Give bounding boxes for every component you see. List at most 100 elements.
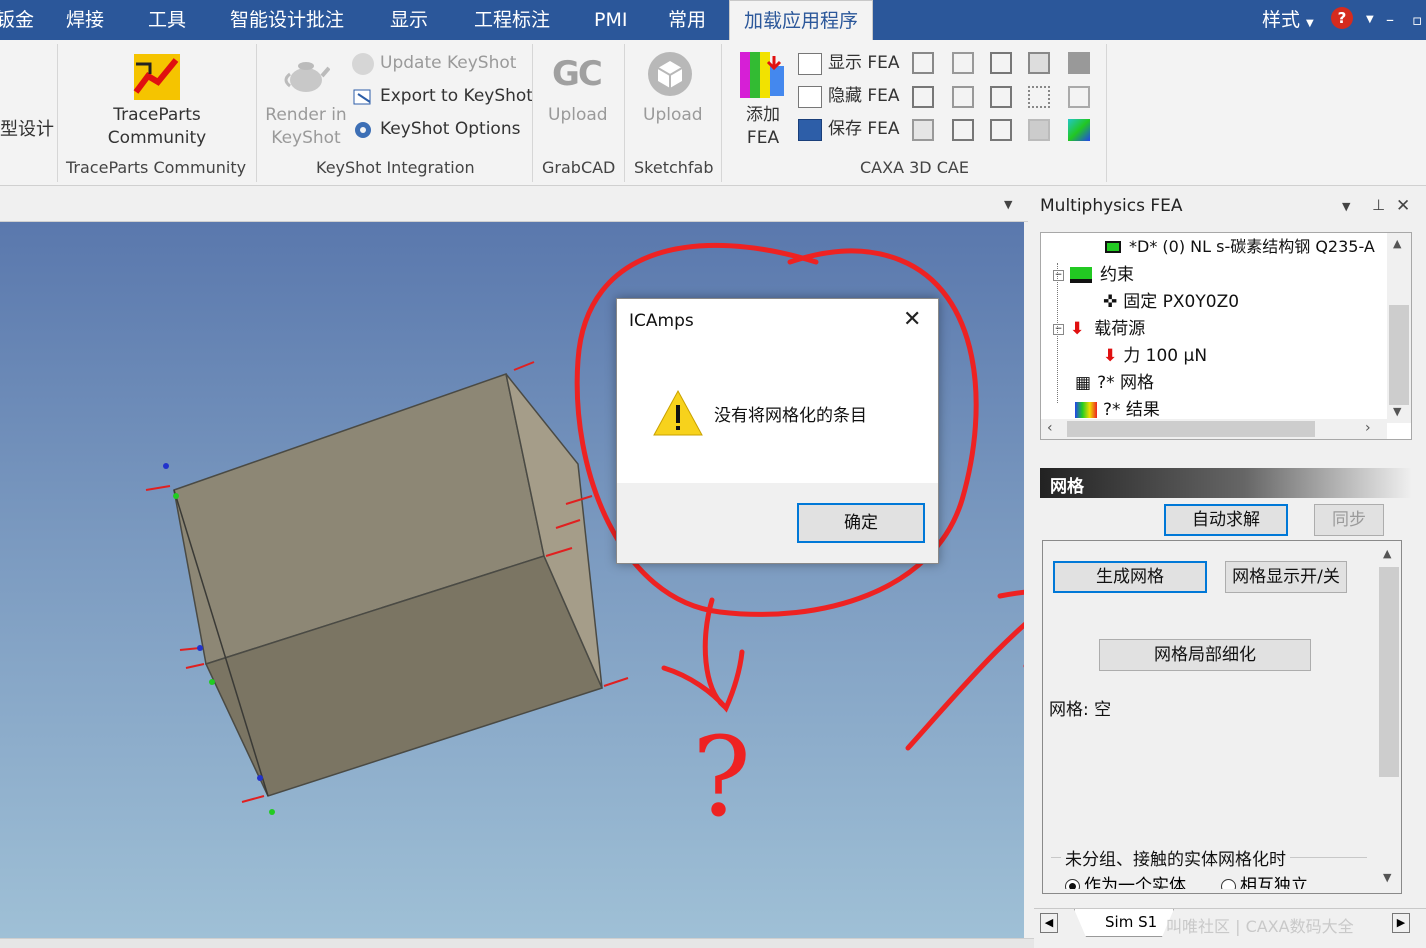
view-cube-icon[interactable]	[1028, 86, 1050, 108]
tree-item-force[interactable]: ⬇ 力 100 μN	[1103, 344, 1207, 368]
chevron-right-icon[interactable]: ▶	[1392, 913, 1410, 933]
group-box-label: 未分组、接触的实体网格化时	[1061, 845, 1290, 870]
hide-fea-button[interactable]: 隐藏 FEA	[828, 85, 900, 108]
view-cube-icon[interactable]	[1068, 52, 1090, 74]
scroll-thumb[interactable]	[1389, 305, 1409, 405]
pin-icon[interactable]: ⊥	[1372, 196, 1385, 214]
scroll-thumb[interactable]	[1379, 567, 1399, 777]
tab-engineering-annotation[interactable]: 工程标注	[474, 0, 550, 40]
traceparts-button[interactable]: TraceParts Community	[100, 104, 214, 150]
view-cube-icon[interactable]	[952, 86, 974, 108]
tab-load-apps[interactable]: 加载应用程序	[729, 0, 874, 41]
ok-button[interactable]: 确定	[797, 503, 925, 543]
chevron-up-icon[interactable]: ▲	[1393, 237, 1401, 250]
view-cube-icon[interactable]	[990, 86, 1012, 108]
tree-item-mesh[interactable]: ▦ ?* 网格	[1075, 371, 1154, 395]
tab-display[interactable]: 显示	[390, 0, 428, 40]
tab-smart-annotation[interactable]: 智能设计批注	[230, 0, 344, 40]
view-cube-icon[interactable]	[952, 119, 974, 141]
tab-pmi[interactable]: PMI	[594, 0, 627, 40]
view-cube-icon[interactable]	[1028, 52, 1050, 74]
tree-item-load-source[interactable]: − ⬇ 载荷源	[1053, 317, 1145, 341]
auto-solve-button[interactable]: 自动求解	[1164, 504, 1288, 536]
traceparts-icon[interactable]	[132, 52, 182, 102]
view-cube-icon[interactable]	[1068, 119, 1090, 141]
message-dialog: ICAmps ✕ 没有将网格化的条目 确定	[616, 298, 939, 564]
chevron-down-icon[interactable]: ▼	[1383, 871, 1391, 884]
app-window: 钣金 焊接 工具 智能设计批注 显示 工程标注 PMI 常用 加载应用程序 样式…	[0, 0, 1426, 948]
generate-mesh-button[interactable]: 生成网格	[1053, 561, 1207, 593]
tab-sheet-metal[interactable]: 钣金	[0, 0, 34, 40]
grabcad-upload-button[interactable]: Upload	[548, 104, 608, 127]
save-fea-button[interactable]: 保存 FEA	[828, 118, 900, 141]
chevron-left-icon[interactable]: ‹	[1047, 420, 1053, 436]
collapse-icon[interactable]: −	[1053, 269, 1064, 281]
collapse-icon[interactable]: −	[1053, 323, 1064, 335]
render-in-keyshot-button[interactable]: Render in KeyShot	[262, 104, 350, 150]
chevron-down-icon: ▼	[1306, 18, 1314, 29]
add-fea-icon[interactable]	[740, 52, 786, 98]
tree-item-constraints[interactable]: − 约束	[1053, 263, 1134, 287]
view-cube-icon[interactable]	[912, 52, 934, 74]
scroll-thumb[interactable]	[1067, 421, 1315, 437]
restore-icon[interactable]: ▫	[1412, 0, 1422, 40]
dialog-footer: 确定	[617, 483, 938, 563]
tree-vscrollbar[interactable]: ▲ ▼	[1387, 233, 1411, 423]
help-icon[interactable]: ?	[1331, 7, 1353, 29]
tree-item-fixed[interactable]: ✜ 固定 PX0Y0Z0	[1103, 290, 1239, 314]
group-label-caxa: CAXA 3D CAE	[860, 158, 969, 177]
tab-tools[interactable]: 工具	[148, 0, 186, 40]
view-cube-icon[interactable]	[1028, 119, 1050, 141]
view-cube-icon[interactable]	[912, 86, 934, 108]
chevron-down-icon[interactable]: ▼	[1342, 200, 1350, 213]
update-keyshot-button[interactable]: Update KeyShot	[380, 52, 516, 75]
keyshot-options-button[interactable]: KeyShot Options	[380, 118, 520, 141]
group-divider	[1106, 44, 1107, 182]
sketchfab-icon	[648, 52, 692, 96]
sheet-tab[interactable]: Sim S1	[1074, 909, 1174, 937]
sketchfab-upload-button[interactable]: Upload	[643, 104, 703, 127]
fixed-icon: ✜	[1103, 292, 1118, 312]
tree-hscrollbar[interactable]: ‹ ›	[1041, 419, 1387, 439]
view-cube-icon[interactable]	[990, 119, 1012, 141]
tree-item-material[interactable]: *D* (0) NL s-碳素结构钢 Q235-A	[1105, 235, 1375, 259]
view-cube-icon[interactable]	[1068, 86, 1090, 108]
gear-icon	[355, 122, 371, 138]
settings-vscrollbar[interactable]: ▲ ▼	[1377, 541, 1401, 893]
radio-independent[interactable]: 相互独立	[1221, 871, 1308, 889]
show-fea-button[interactable]: 显示 FEA	[828, 52, 900, 75]
grabcad-logo-icon: GC	[552, 54, 603, 94]
menu-bar: 钣金 焊接 工具 智能设计批注 显示 工程标注 PMI 常用 加载应用程序 样式…	[0, 0, 1426, 41]
chevron-down-icon[interactable]: ▼	[1004, 198, 1012, 211]
ribbon-left-cut-label[interactable]: 型设计	[0, 118, 54, 141]
group-divider	[532, 44, 533, 182]
sync-button[interactable]: 同步	[1314, 504, 1384, 536]
export-keyshot-icon	[353, 89, 371, 105]
add-fea-button[interactable]: 添加 FEA	[736, 104, 790, 150]
minimize-icon[interactable]: –	[1386, 0, 1394, 40]
mesh-display-toggle-button[interactable]: 网格显示开/关	[1225, 561, 1347, 593]
style-menu[interactable]: 样式 ▼	[1262, 0, 1314, 40]
radio-one-entity[interactable]: 作为一个实体	[1065, 871, 1186, 889]
teapot-icon[interactable]	[282, 52, 330, 96]
chevron-up-icon[interactable]: ▲	[1383, 547, 1391, 560]
save-fea-icon	[798, 119, 822, 141]
chevron-right-icon[interactable]: ›	[1365, 420, 1371, 436]
question-mark-annotation: ?	[692, 713, 751, 841]
view-cube-icon[interactable]	[990, 52, 1012, 74]
local-mesh-refine-button[interactable]: 网格局部细化	[1099, 639, 1311, 671]
fea-tree[interactable]: *D* (0) NL s-碳素结构钢 Q235-A − 约束 ✜ 固定 PX0Y0Z…	[1040, 232, 1412, 440]
watermark-text: 叫唯社区 | CAXA数码大全	[1166, 917, 1354, 936]
export-to-keyshot-button[interactable]: Export to KeyShot	[380, 85, 533, 108]
close-icon[interactable]: ✕	[1396, 196, 1410, 216]
view-cube-icon[interactable]	[952, 52, 974, 74]
close-icon[interactable]: ✕	[903, 307, 921, 332]
chevron-left-icon[interactable]: ◀	[1040, 913, 1058, 933]
mesh-status-text: 网格: 空	[1049, 700, 1112, 720]
dialog-title: ICAmps	[629, 311, 694, 331]
chevron-down-icon[interactable]: ▼	[1393, 405, 1401, 418]
tab-common[interactable]: 常用	[668, 0, 706, 40]
view-cube-icon[interactable]	[912, 119, 934, 141]
tab-welding[interactable]: 焊接	[66, 0, 104, 40]
chevron-down-icon[interactable]: ▼	[1366, 0, 1374, 40]
